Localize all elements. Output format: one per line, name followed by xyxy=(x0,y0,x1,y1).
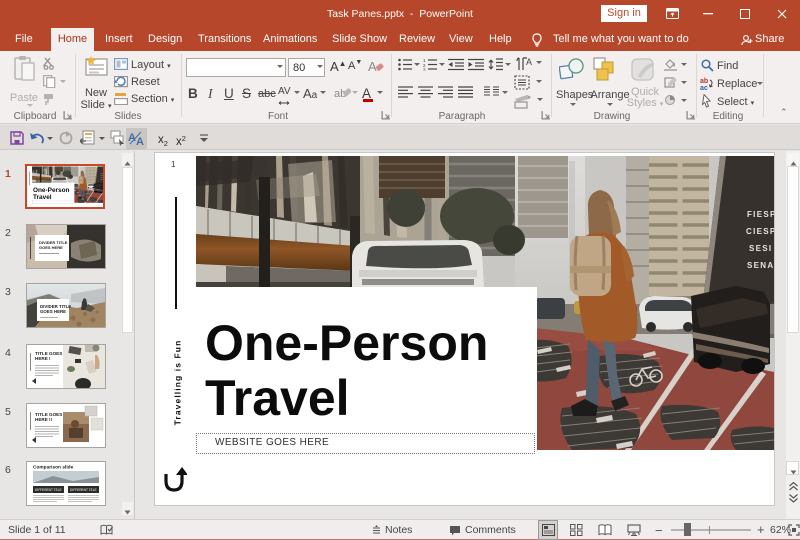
svg-text:Comparison slide: Comparison slide xyxy=(33,465,74,471)
svg-text:SESI: SESI xyxy=(749,244,772,253)
svg-text:GOES HERE: GOES HERE xyxy=(39,245,63,250)
svg-text:GOES HERE: GOES HERE xyxy=(40,309,66,314)
svg-text:CIESP: CIESP xyxy=(100,175,103,177)
svg-text:DIFFERENT TELE: DIFFERENT TELE xyxy=(35,488,62,492)
svg-text:HERE !: HERE ! xyxy=(35,356,51,361)
svg-text:DIFFERENT TELE: DIFFERENT TELE xyxy=(70,488,97,492)
svg-text:FIESP: FIESP xyxy=(747,210,774,219)
svg-text:ac: ac xyxy=(700,85,708,90)
svg-text:ab: ab xyxy=(700,78,708,85)
svg-text:A: A xyxy=(136,136,144,146)
svg-text:3: 3 xyxy=(423,68,426,72)
svg-text:SESI: SESI xyxy=(101,177,104,179)
svg-text:HERE !!: HERE !! xyxy=(35,417,53,422)
svg-text:A: A xyxy=(526,57,532,67)
svg-text:SENA: SENA xyxy=(747,261,774,270)
svg-text:A: A xyxy=(368,59,377,74)
svg-text:FIESP: FIESP xyxy=(100,173,103,175)
svg-text:CIESP: CIESP xyxy=(746,227,774,236)
